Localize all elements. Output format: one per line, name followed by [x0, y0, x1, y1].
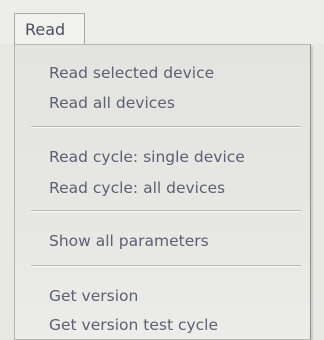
menu-item-read-cycle-single-device[interactable]: Read cycle: single device [49, 145, 245, 169]
menu-item-get-version-test-cycle[interactable]: Get version test cycle [49, 313, 218, 337]
menu-bar: Read [0, 0, 324, 45]
menu-item-get-version[interactable]: Get version [49, 284, 138, 308]
menu-read[interactable]: Read [14, 13, 85, 45]
menu-separator [31, 126, 301, 128]
menu-item-read-selected-device[interactable]: Read selected device [49, 61, 214, 85]
menu-separator [31, 265, 301, 267]
menu-item-read-cycle-all-devices[interactable]: Read cycle: all devices [49, 176, 225, 200]
menu-separator [31, 210, 301, 212]
read-dropdown-menu: Read selected device Read all devices Re… [14, 44, 311, 340]
menu-item-show-all-parameters[interactable]: Show all parameters [49, 229, 209, 253]
menu-item-read-all-devices[interactable]: Read all devices [49, 91, 175, 115]
